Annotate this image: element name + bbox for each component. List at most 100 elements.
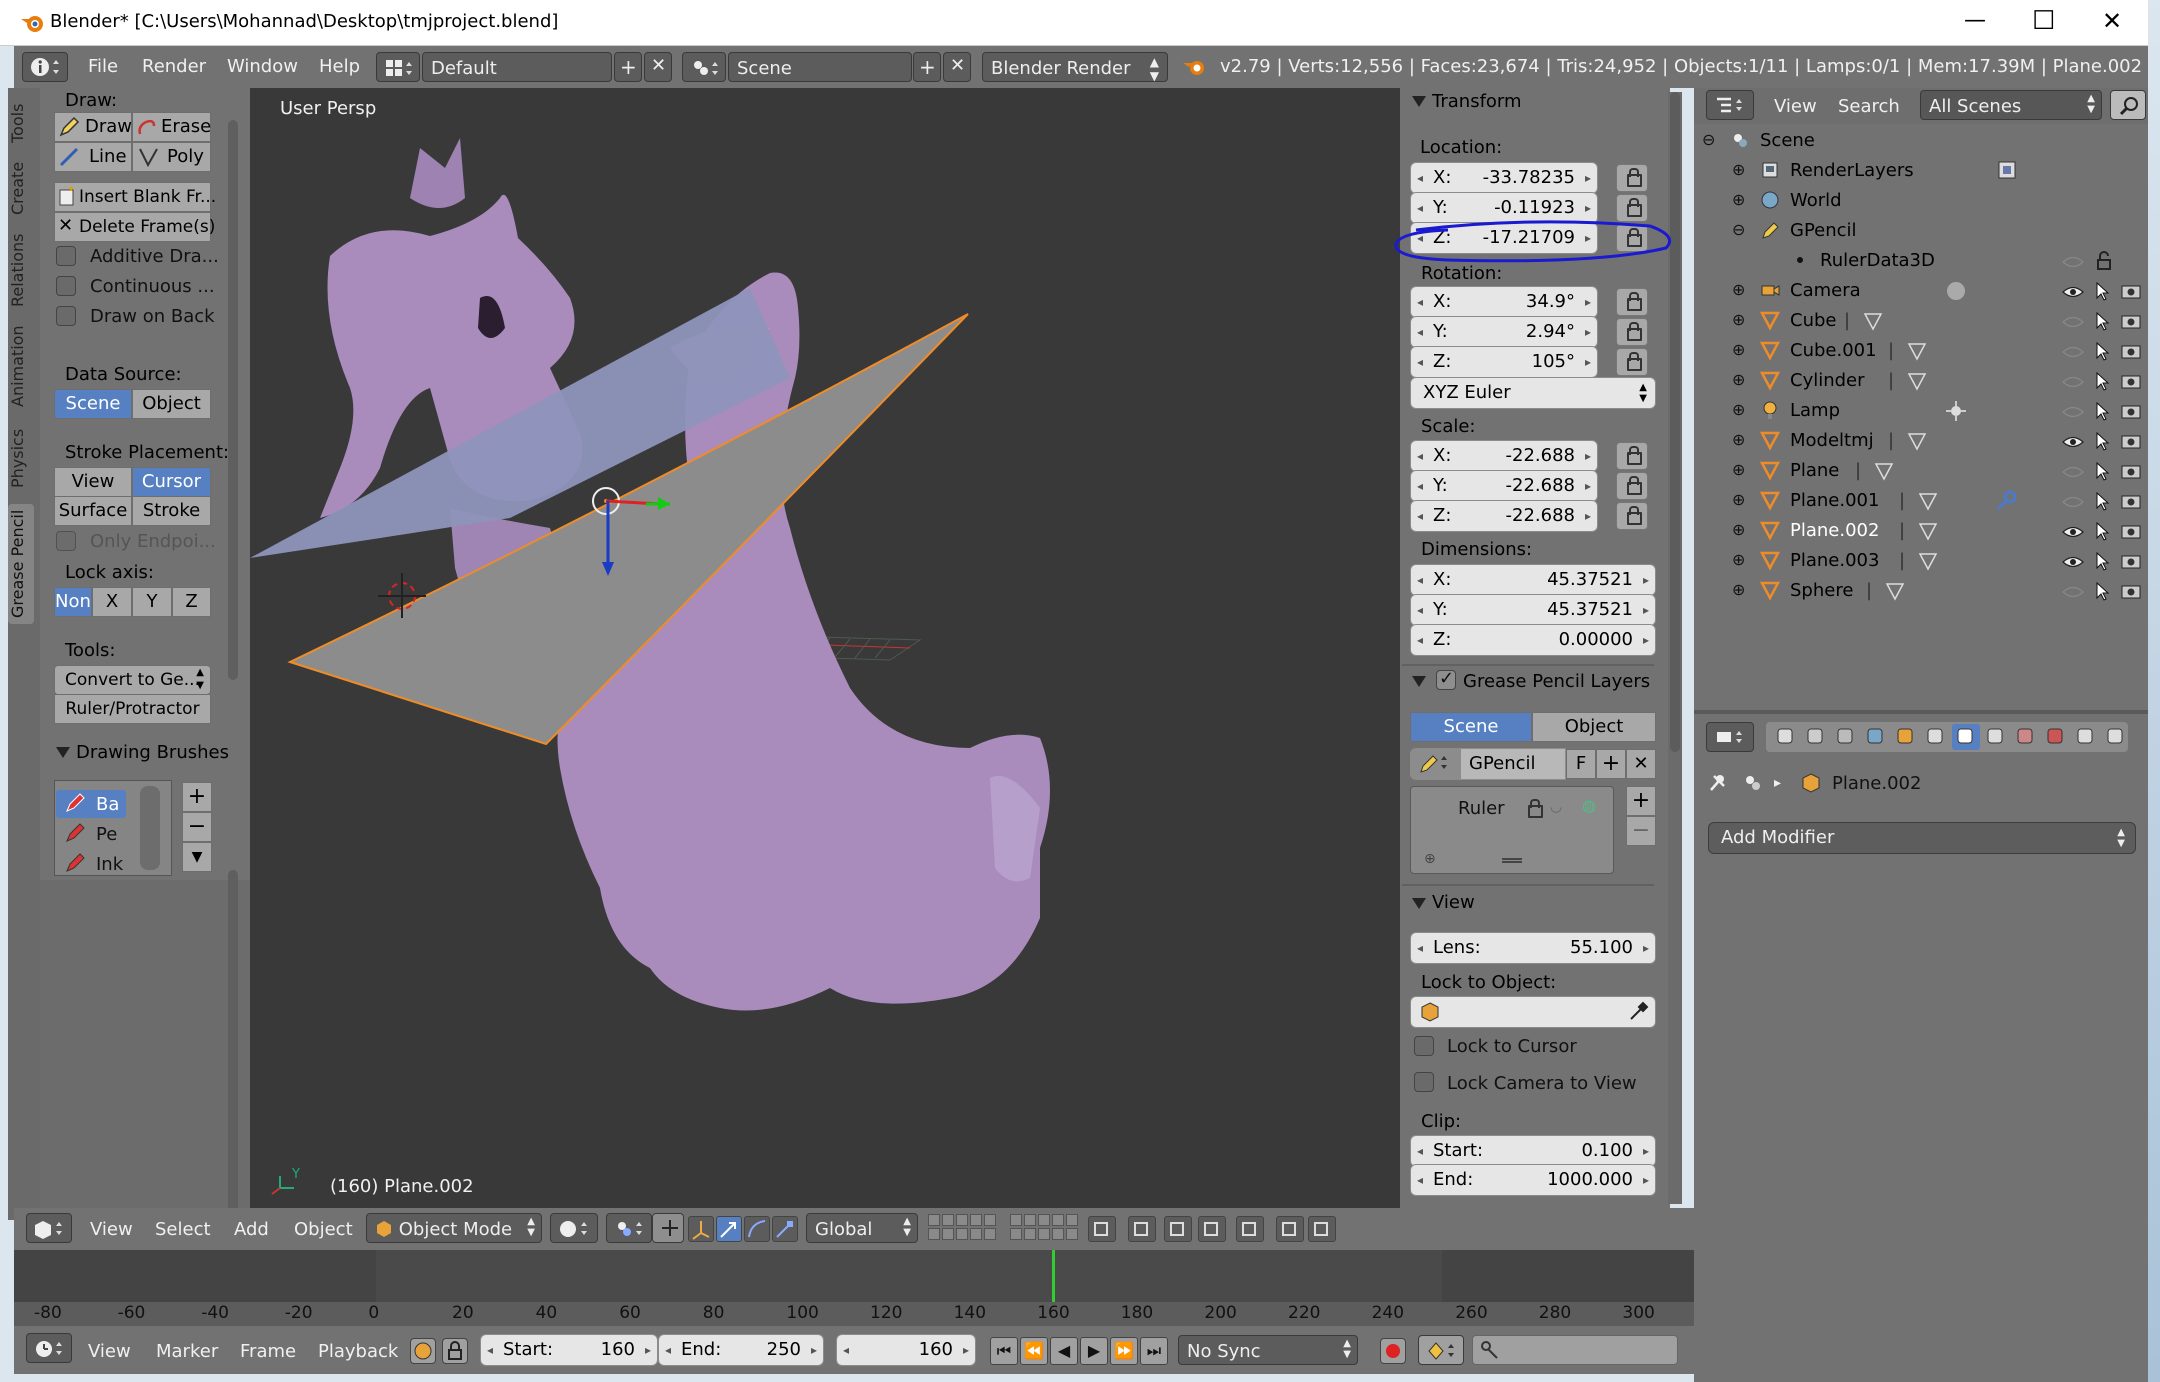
delete-scene-button[interactable]: ✕ — [943, 52, 971, 82]
selectable-cursor-icon[interactable] — [2094, 551, 2112, 571]
header-tool-button[interactable] — [1198, 1216, 1226, 1242]
brush-item-pe[interactable]: Pe — [96, 826, 117, 844]
view3d-menu-object[interactable]: Object — [294, 1221, 353, 1239]
expand-toggle-icon[interactable]: ⊖ — [1732, 222, 1745, 238]
gp-add-layer-button[interactable]: + — [1626, 786, 1656, 816]
visibility-eye-icon[interactable] — [2062, 403, 2084, 421]
timeline-menu-playback[interactable]: Playback — [318, 1343, 398, 1361]
gp-layers-enable-checkbox[interactable]: ✓ — [1436, 668, 1456, 690]
timeline-editor-type-button[interactable] — [26, 1333, 72, 1363]
scene-layer-button[interactable] — [1038, 1228, 1050, 1240]
active-keying-set-field[interactable] — [1472, 1335, 1678, 1365]
outliner-search-button[interactable] — [2110, 90, 2146, 120]
selectable-cursor-icon[interactable] — [2094, 431, 2112, 451]
scale-z-field[interactable]: ◂ Z: -22.688 ▸ — [1410, 500, 1598, 532]
selectable-cursor-icon[interactable] — [2094, 401, 2112, 421]
menu-file[interactable]: File — [88, 58, 118, 76]
transform-collapse-icon[interactable] — [1412, 96, 1426, 107]
tab-grease-pencil[interactable]: Grease Pencil — [8, 504, 34, 624]
view-panel-collapse-icon[interactable] — [1412, 898, 1426, 909]
view3d-editor-type-button[interactable] — [26, 1213, 72, 1243]
scene-layer-button[interactable] — [956, 1228, 968, 1240]
auto-keying-button[interactable] — [1380, 1338, 1406, 1364]
gp-datablock-name-field[interactable]: GPencil — [1460, 748, 1566, 780]
visibility-eye-icon[interactable] — [2062, 283, 2084, 301]
transform-panel-title[interactable]: Transform — [1432, 93, 1522, 111]
gp-layer-hide-icon[interactable]: ◡ — [1550, 800, 1562, 814]
expand-toggle-icon[interactable]: ⊕ — [1732, 192, 1745, 208]
continuous-drawing-checkbox[interactable] — [56, 276, 76, 296]
visibility-eye-icon[interactable] — [2062, 583, 2084, 601]
scene-layer-button[interactable] — [984, 1228, 996, 1240]
rotation-z-lock-icon[interactable] — [1616, 348, 1648, 376]
view-panel-title[interactable]: View — [1432, 894, 1475, 912]
gp-list-filter-icon[interactable]: ⊕ — [1424, 852, 1436, 866]
scene-layer-button[interactable] — [956, 1214, 968, 1226]
timeline-menu-view[interactable]: View — [88, 1343, 131, 1361]
dimensions-y-field[interactable]: ◂ Y: 45.37521 ▸ — [1410, 594, 1656, 626]
manipulator-toggle-button[interactable] — [652, 1213, 684, 1243]
visibility-eye-icon[interactable] — [2062, 373, 2084, 391]
view3d-menu-add[interactable]: Add — [234, 1221, 269, 1239]
transform-orientation-dropdown[interactable]: Global ▲ ▼ — [806, 1213, 918, 1243]
lock-to-cursor-checkbox[interactable] — [1414, 1036, 1434, 1056]
render-camera-icon[interactable] — [2120, 311, 2142, 331]
expand-toggle-icon[interactable]: ⊕ — [1732, 492, 1745, 508]
scene-layer-button[interactable] — [1024, 1228, 1036, 1240]
selectable-cursor-icon[interactable] — [2094, 341, 2112, 361]
render-camera-icon[interactable] — [2120, 401, 2142, 421]
render-camera-icon[interactable] — [2120, 491, 2142, 511]
outliner-item-sphere[interactable]: Sphere | — [1760, 576, 2150, 606]
rotation-mode-dropdown[interactable]: XYZ Euler ▲ ▼ — [1410, 377, 1656, 409]
tab-create[interactable]: Create — [8, 156, 34, 220]
expand-toggle-icon[interactable]: ⊕ — [1732, 312, 1745, 328]
clip-end-field[interactable]: ◂ End: 1000.000 ▸ — [1410, 1164, 1656, 1196]
clip-start-field[interactable]: ◂ Start: 0.100 ▸ — [1410, 1135, 1656, 1167]
outliner-item-plane[interactable]: Plane | — [1760, 456, 2150, 486]
location-x-field[interactable]: ◂ X: -33.78235 ▸ — [1410, 162, 1598, 194]
brush-item-ba[interactable]: Ba — [96, 796, 119, 814]
menu-render[interactable]: Render — [142, 58, 206, 76]
outliner-item-gpencil[interactable]: GPencil — [1760, 216, 2150, 246]
expand-toggle-icon[interactable]: ⊕ — [1732, 282, 1745, 298]
visibility-eye-icon[interactable] — [2062, 493, 2084, 511]
render-camera-icon[interactable] — [2120, 341, 2142, 361]
outliner-editor-type-button[interactable] — [1706, 90, 1754, 120]
rotation-y-lock-icon[interactable] — [1616, 318, 1648, 346]
prop-tab-render-layers[interactable] — [1802, 724, 1830, 750]
move-manipulator-button[interactable] — [716, 1216, 742, 1242]
jump-start-button[interactable]: ⏮ — [990, 1337, 1018, 1365]
rotation-x-field[interactable]: ◂ X: 34.9° ▸ — [1410, 286, 1598, 318]
render-camera-icon[interactable] — [2120, 521, 2142, 541]
placement-surface-button[interactable]: Surface — [54, 496, 132, 526]
placement-view-button[interactable]: View — [54, 467, 132, 497]
jump-end-button[interactable]: ⏭ — [1140, 1337, 1168, 1365]
prop-tab-texture[interactable] — [2042, 724, 2070, 750]
menu-help[interactable]: Help — [319, 58, 360, 76]
outliner-item-renderlayers[interactable]: RenderLayers — [1760, 156, 2150, 186]
outliner-item-cylinder[interactable]: Cylinder | — [1760, 366, 2150, 396]
expand-toggle-icon[interactable]: ⊕ — [1732, 582, 1745, 598]
gp-layers-collapse-icon[interactable] — [1412, 676, 1426, 687]
outliner-item-plane-001[interactable]: Plane.001 | — [1760, 486, 2150, 516]
menu-window[interactable]: Window — [227, 58, 298, 76]
location-x-lock-icon[interactable] — [1616, 164, 1648, 192]
delete-screen-button[interactable]: ✕ — [644, 52, 672, 82]
expand-toggle-icon[interactable]: ⊕ — [1732, 462, 1745, 478]
screen-layout-icon-button[interactable] — [376, 52, 420, 82]
3d-viewport[interactable] — [250, 88, 1400, 1208]
header-tool-button[interactable] — [1164, 1216, 1192, 1242]
selectable-cursor-icon[interactable] — [2094, 311, 2112, 331]
lock-camera-checkbox[interactable] — [1414, 1072, 1434, 1092]
expand-toggle-icon[interactable]: ⊕ — [1732, 372, 1745, 388]
scene-layer-button[interactable] — [970, 1214, 982, 1226]
timeline-area[interactable] — [14, 1250, 1694, 1302]
keying-set-button[interactable] — [1418, 1335, 1464, 1365]
translate-manipulator-button[interactable] — [688, 1216, 714, 1242]
timeline-ruler[interactable] — [14, 1302, 1694, 1326]
ruler-protractor-button[interactable]: Ruler/Protractor — [54, 694, 211, 724]
tab-animation[interactable]: Animation — [8, 320, 34, 412]
tab-tools[interactable]: Tools — [8, 96, 34, 150]
scale-y-lock-icon[interactable] — [1616, 472, 1648, 500]
outliner-display-filter-dropdown[interactable]: All Scenes ▲ ▼ — [1920, 90, 2102, 120]
